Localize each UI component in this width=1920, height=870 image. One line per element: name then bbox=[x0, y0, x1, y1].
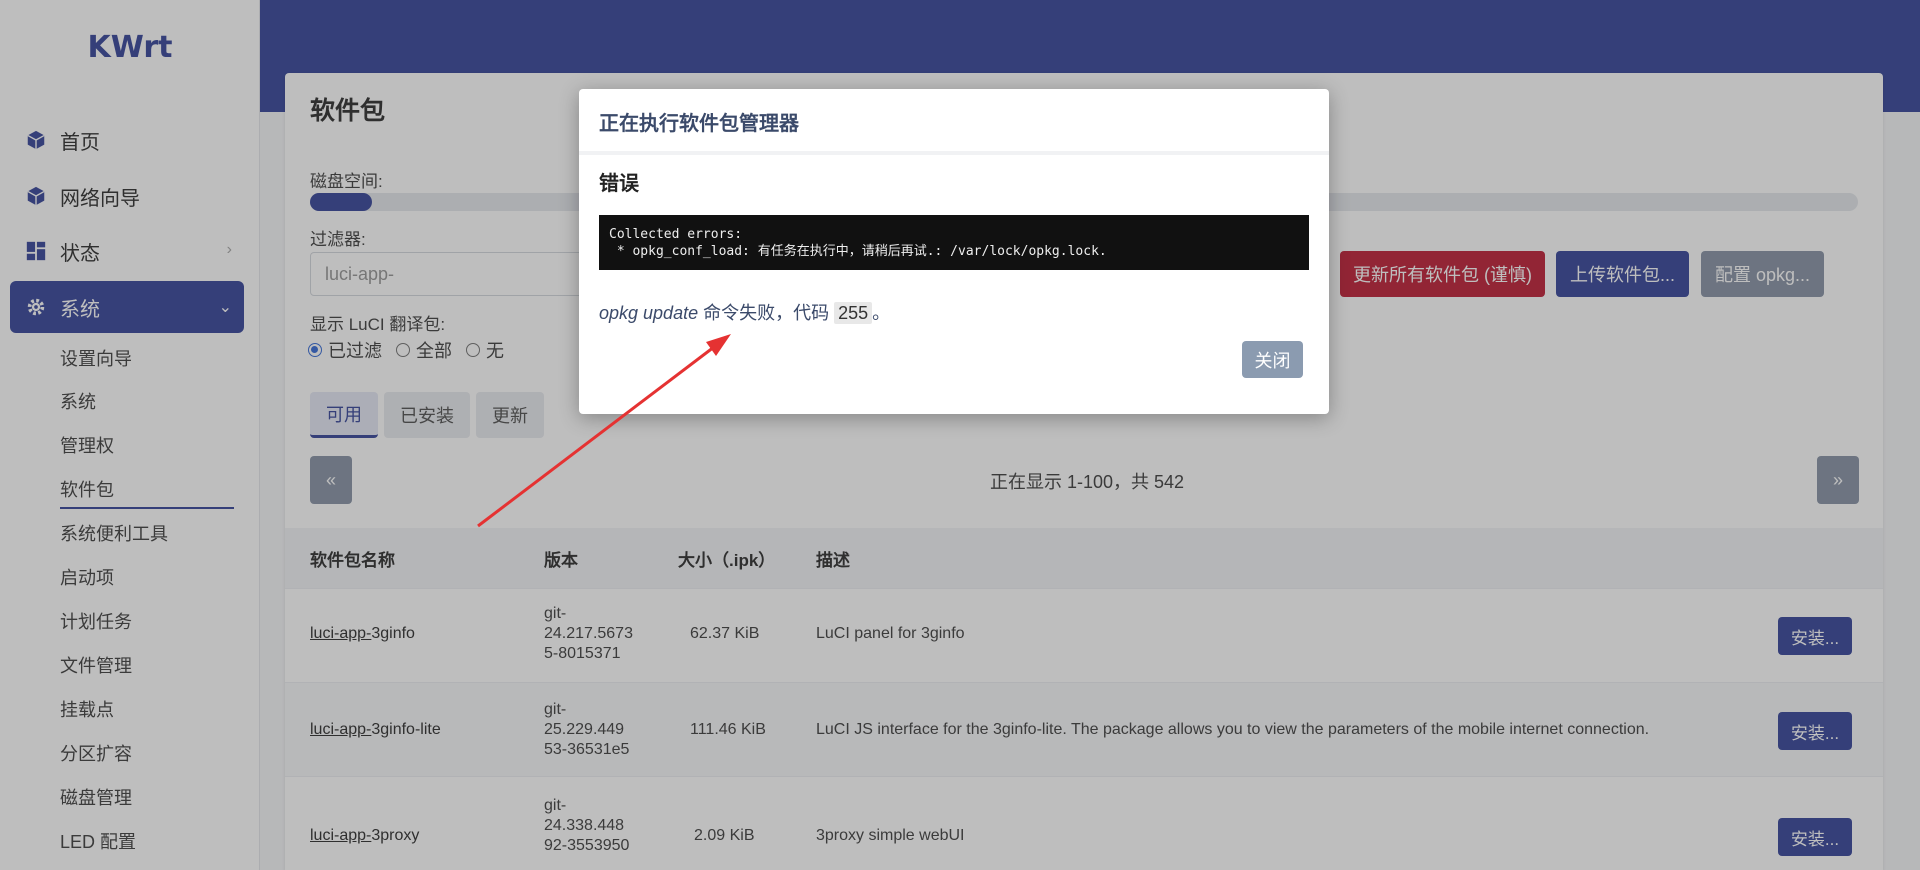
dialog-divider bbox=[579, 151, 1329, 155]
package-manager-dialog: 正在执行软件包管理器 错误 Collected errors: * opkg_c… bbox=[579, 89, 1329, 414]
dialog-title: 正在执行软件包管理器 bbox=[599, 113, 799, 135]
close-button[interactable]: 关闭 bbox=[1242, 341, 1303, 378]
error-heading: 错误 bbox=[599, 173, 639, 195]
error-console: Collected errors: * opkg_conf_load: 有任务在… bbox=[599, 215, 1309, 270]
error-message: opkg update 命令失败，代码 255。 bbox=[599, 302, 891, 324]
